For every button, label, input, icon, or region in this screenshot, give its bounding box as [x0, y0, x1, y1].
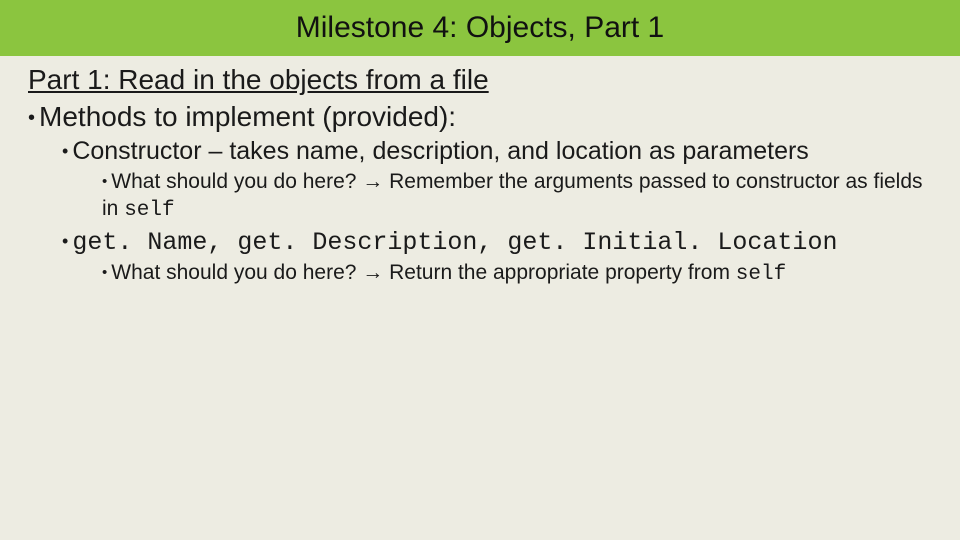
bullet-dot-icon: •: [28, 107, 39, 129]
bullet-methods-text: Methods to implement (provided):: [39, 101, 456, 132]
bullet-constructor-text: Constructor – takes name, description, a…: [72, 137, 809, 165]
title-bar: Milestone 4: Objects, Part 1: [0, 0, 960, 56]
bullet-dot-icon: •: [62, 231, 72, 251]
bullet-dot-icon: •: [102, 264, 111, 281]
section-heading: Part 1: Read in the objects from a file: [28, 62, 932, 97]
bullet-getters: •get. Name, get. Description, get. Initi…: [62, 226, 932, 258]
slide-content: Part 1: Read in the objects from a file …: [0, 56, 960, 288]
bullet-constructor: •Constructor – takes name, description, …: [62, 136, 932, 167]
slide-title: Milestone 4: Objects, Part 1: [296, 11, 665, 45]
bullet-getters-hint: •What should you do here? → Return the a…: [102, 260, 932, 288]
bullet-methods: •Methods to implement (provided):: [28, 99, 932, 134]
bullet-getters-hint-text: What should you do here? → Return the ap…: [111, 261, 736, 284]
bullet-getters-text-2: get. Description,: [237, 228, 507, 257]
bullet-constructor-hint: •What should you do here? → Remember the…: [102, 169, 932, 224]
bullet-constructor-hint-text: What should you do here? → Remember the …: [102, 170, 923, 219]
code-self: self: [124, 199, 174, 222]
code-self: self: [736, 263, 786, 286]
bullet-dot-icon: •: [62, 141, 72, 161]
bullet-dot-icon: •: [102, 173, 111, 190]
bullet-getters-text-3: get. Initial. Location: [507, 228, 837, 257]
bullet-getters-text-1: get. Name,: [72, 228, 237, 257]
